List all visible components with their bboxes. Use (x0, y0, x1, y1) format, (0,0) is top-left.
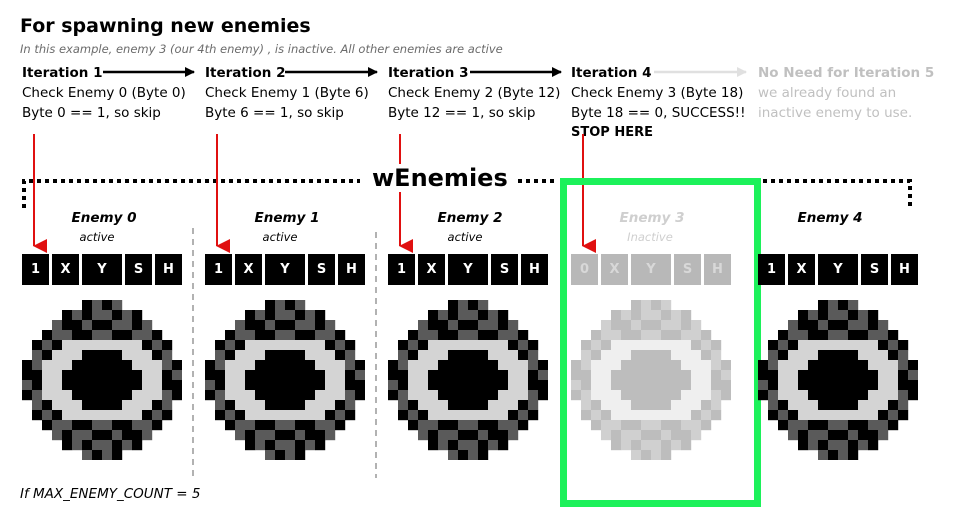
enemy-0-bytes: 1 X Y S H (22, 254, 182, 285)
enemy-0-name: Enemy 0 (71, 210, 137, 226)
byte-y: Y (82, 254, 122, 285)
byte-x: X (788, 254, 815, 285)
byte-s: S (674, 254, 701, 285)
byte-h: H (891, 254, 918, 285)
byte-y: Y (818, 254, 858, 285)
enemy-1-bytes: 1 X Y S H (205, 254, 365, 285)
byte-x: X (52, 254, 79, 285)
array-label: wEnemies (366, 164, 514, 192)
byte-s: S (861, 254, 888, 285)
enemy-3-state: Inactive (627, 230, 673, 244)
byte-s: S (491, 254, 518, 285)
enemy-0-sprite (22, 300, 182, 460)
byte-s: S (125, 254, 152, 285)
byte-x: X (235, 254, 262, 285)
byte-y: Y (265, 254, 305, 285)
byte-active: 1 (22, 254, 49, 285)
enemy-3-sprite (571, 300, 731, 460)
byte-h: H (155, 254, 182, 285)
enemy-4-sprite (758, 300, 918, 460)
byte-y: Y (448, 254, 488, 285)
enemy-2-bytes: 1 X Y S H (388, 254, 548, 285)
byte-active: 1 (388, 254, 415, 285)
enemy-4-name: Enemy 4 (797, 210, 863, 226)
enemy-1-sprite (205, 300, 365, 460)
enemy-3-bytes: 0 X Y S H (571, 254, 731, 285)
enemy-0-state: active (79, 230, 115, 244)
footer-note: If MAX_ENEMY_COUNT = 5 (20, 486, 201, 502)
byte-y: Y (631, 254, 671, 285)
byte-s: S (308, 254, 335, 285)
byte-h: H (338, 254, 365, 285)
enemy-4-bytes: 1 X Y S H (758, 254, 918, 285)
enemy-2-state: active (447, 230, 483, 244)
byte-x: X (418, 254, 445, 285)
enemy-2-name: Enemy 2 (437, 210, 503, 226)
byte-active: 0 (571, 254, 598, 285)
enemy-1-state: active (262, 230, 298, 244)
byte-h: H (521, 254, 548, 285)
enemy-2-sprite (388, 300, 548, 460)
byte-active: 1 (205, 254, 232, 285)
enemy-1-name: Enemy 1 (254, 210, 320, 226)
byte-active: 1 (758, 254, 785, 285)
byte-x: X (601, 254, 628, 285)
enemy-3-name: Enemy 3 (619, 210, 685, 226)
byte-h: H (704, 254, 731, 285)
